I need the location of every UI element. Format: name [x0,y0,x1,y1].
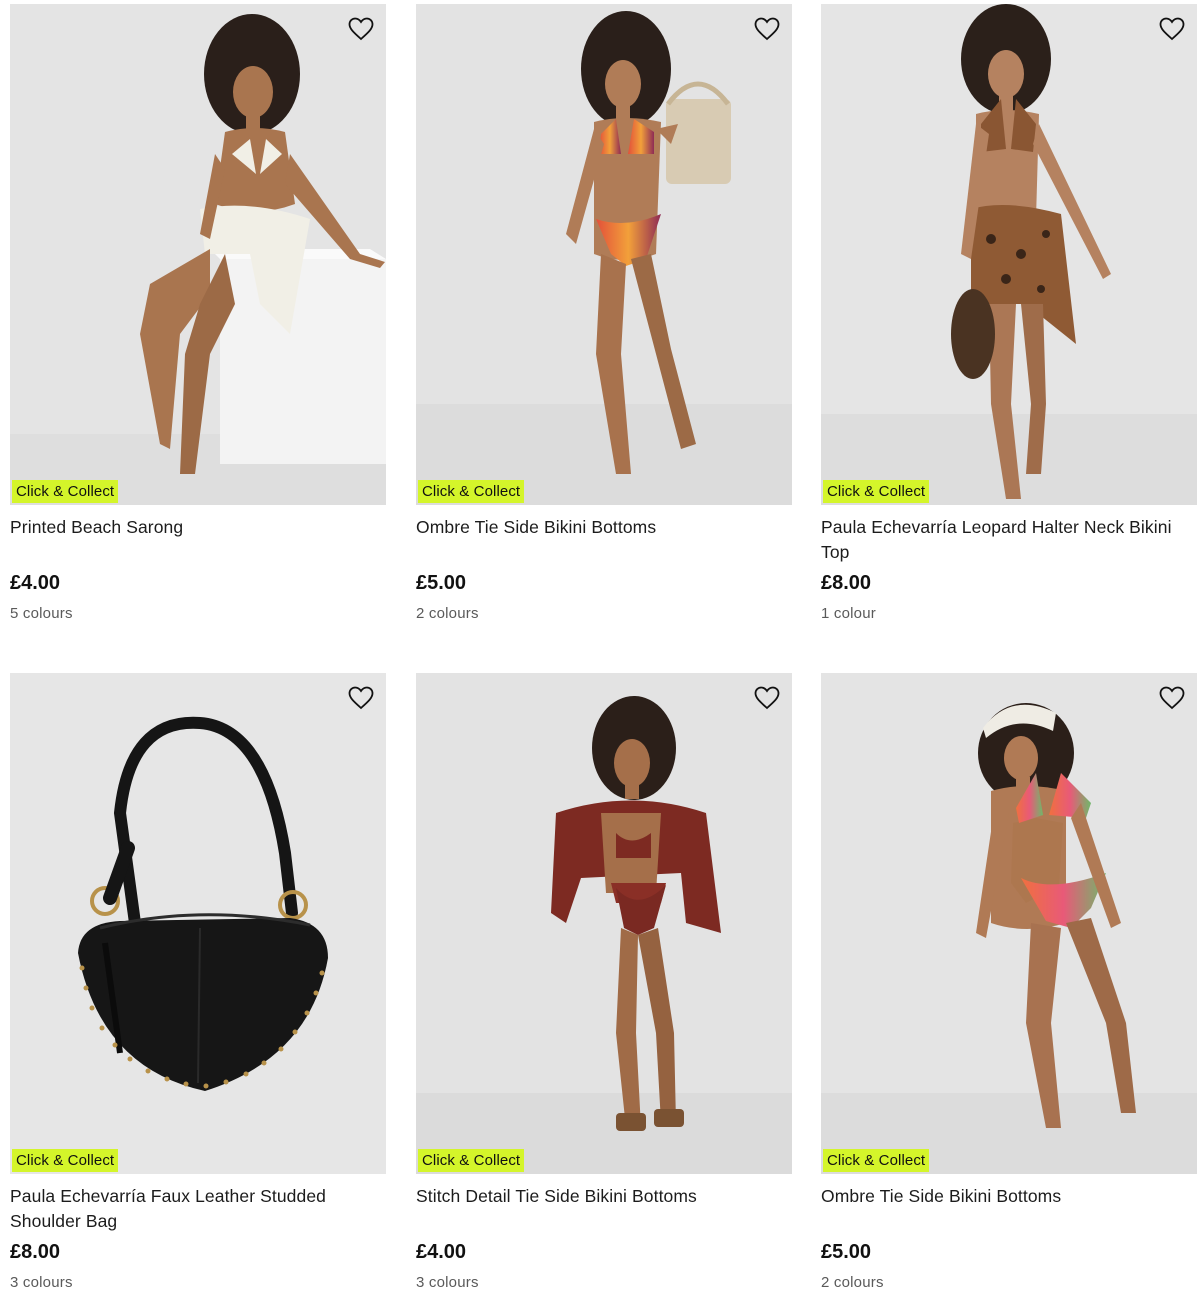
product-photo [416,4,792,505]
product-price: £4.00 [10,572,61,594]
product-card[interactable]: Click & Collect Printed Beach Sarong £4.… [10,4,386,624]
product-price: £8.00 [821,572,872,594]
product-image[interactable]: Click & Collect [821,4,1197,505]
colour-count: 2 colours [821,1274,884,1291]
product-name[interactable]: Paula Echevarría Faux Leather Studded Sh… [10,1184,386,1234]
click-and-collect-badge: Click & Collect [12,480,119,503]
favourite-button[interactable] [1157,14,1187,44]
product-grid: Click & Collect Printed Beach Sarong £4.… [0,0,1200,1296]
colour-count: 3 colours [416,1274,479,1291]
product-name[interactable]: Stitch Detail Tie Side Bikini Bottoms [416,1184,792,1234]
colour-count: 1 colour [821,605,876,622]
product-name[interactable]: Paula Echevarría Leopard Halter Neck Bik… [821,515,1197,565]
product-card[interactable]: Click & Collect Stitch Detail Tie Side B… [416,673,792,1293]
colour-count: 3 colours [10,1274,73,1291]
click-and-collect-badge: Click & Collect [823,480,930,503]
product-card[interactable]: Click & Collect Paula Echevarría Faux Le… [10,673,386,1293]
product-price: £5.00 [821,1241,872,1263]
product-price: £5.00 [416,572,467,594]
product-photo [416,673,792,1174]
heart-outline-icon [1159,17,1185,41]
click-and-collect-badge: Click & Collect [418,1149,525,1172]
product-card[interactable]: Click & Collect Ombre Tie Side Bikini Bo… [416,4,792,624]
product-name[interactable]: Printed Beach Sarong [10,515,386,565]
product-image[interactable]: Click & Collect [10,673,386,1174]
product-image[interactable]: Click & Collect [821,673,1197,1174]
product-image[interactable]: Click & Collect [10,4,386,505]
heart-outline-icon [348,686,374,710]
product-price: £8.00 [10,1241,61,1263]
product-photo [10,673,386,1174]
product-name[interactable]: Ombre Tie Side Bikini Bottoms [416,515,792,565]
heart-outline-icon [1159,686,1185,710]
heart-outline-icon [754,17,780,41]
product-price: £4.00 [416,1241,467,1263]
product-image[interactable]: Click & Collect [416,4,792,505]
product-card[interactable]: Click & Collect Paula Echevarría Leopard… [821,4,1197,624]
product-name[interactable]: Ombre Tie Side Bikini Bottoms [821,1184,1197,1234]
product-photo [821,673,1197,1174]
favourite-button[interactable] [752,14,782,44]
product-image[interactable]: Click & Collect [416,673,792,1174]
favourite-button[interactable] [1157,683,1187,713]
product-photo [10,4,386,505]
colour-count: 5 colours [10,605,73,622]
favourite-button[interactable] [752,683,782,713]
product-card[interactable]: Click & Collect Ombre Tie Side Bikini Bo… [821,673,1197,1293]
heart-outline-icon [754,686,780,710]
favourite-button[interactable] [346,683,376,713]
click-and-collect-badge: Click & Collect [12,1149,119,1172]
heart-outline-icon [348,17,374,41]
click-and-collect-badge: Click & Collect [418,480,525,503]
colour-count: 2 colours [416,605,479,622]
product-photo [821,4,1197,505]
favourite-button[interactable] [346,14,376,44]
click-and-collect-badge: Click & Collect [823,1149,930,1172]
